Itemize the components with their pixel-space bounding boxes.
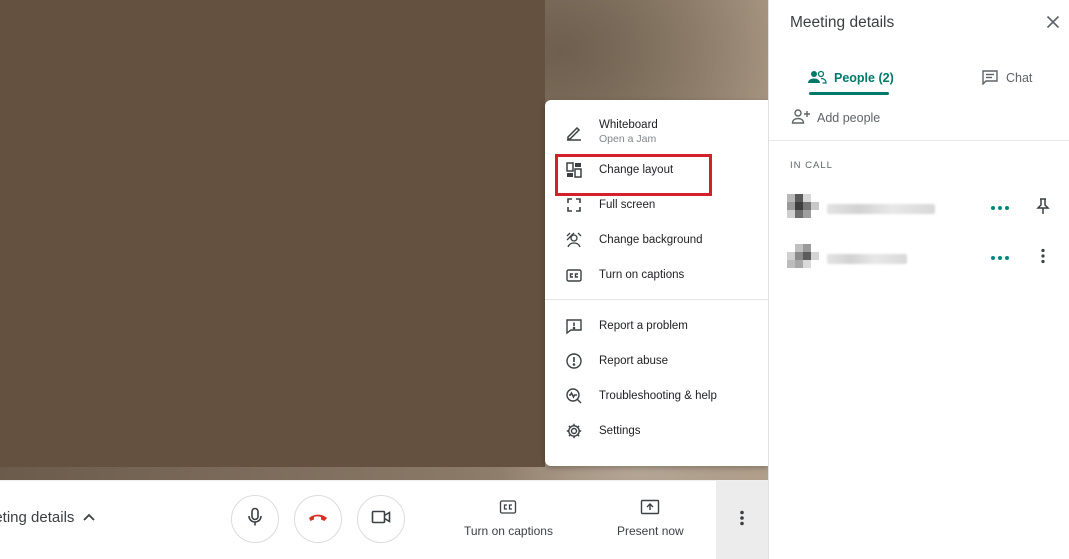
menu-item-label: Change background bbox=[599, 233, 703, 246]
menu-item-label: Settings bbox=[599, 424, 641, 437]
meeting-details-label: eeting details bbox=[0, 509, 75, 526]
menu-item-full-screen[interactable]: Full screen bbox=[545, 187, 768, 222]
tab-chat[interactable]: Chat bbox=[981, 62, 1032, 94]
menu-item-label: Change layout bbox=[599, 163, 674, 176]
captions-button-label: Turn on captions bbox=[464, 524, 553, 538]
add-person-icon bbox=[791, 108, 811, 127]
active-tab-indicator bbox=[809, 92, 889, 95]
chevron-up-icon bbox=[82, 509, 96, 526]
participant-row[interactable] bbox=[787, 238, 1067, 278]
captions-icon bbox=[499, 499, 517, 518]
bottom-toolbar: eeting details Turn on captions Present … bbox=[0, 480, 768, 559]
avatar bbox=[787, 194, 819, 224]
camera-button[interactable] bbox=[357, 495, 405, 543]
pen-icon bbox=[565, 123, 583, 141]
tab-people-label: People (2) bbox=[834, 71, 894, 85]
menu-item-sublabel: Open a Jam bbox=[599, 133, 657, 145]
menu-item-label: Whiteboard bbox=[599, 119, 658, 131]
turn-on-captions-button[interactable]: Turn on captions bbox=[464, 499, 553, 538]
people-icon bbox=[807, 70, 827, 87]
menu-item-label: Turn on captions bbox=[599, 268, 685, 281]
menu-item-turn-on-captions[interactable]: Turn on captions bbox=[545, 257, 768, 292]
captions-icon bbox=[565, 266, 583, 284]
microphone-icon bbox=[247, 507, 263, 532]
menu-item-troubleshooting[interactable]: Troubleshooting & help bbox=[545, 378, 768, 413]
present-now-button[interactable]: Present now bbox=[617, 499, 684, 538]
panel-divider bbox=[769, 140, 1069, 141]
menu-divider bbox=[545, 299, 768, 300]
menu-item-label: Report a problem bbox=[599, 319, 688, 332]
add-people-button[interactable]: Add people bbox=[791, 108, 880, 127]
more-horizontal-icon[interactable] bbox=[991, 251, 1013, 265]
menu-item-label: Troubleshooting & help bbox=[599, 389, 717, 402]
hang-up-button[interactable] bbox=[294, 495, 342, 543]
fullscreen-icon bbox=[565, 196, 583, 214]
pin-button[interactable] bbox=[1031, 196, 1055, 220]
meeting-details-panel: Meeting details People (2) Chat Add peop… bbox=[768, 0, 1069, 559]
present-button-label: Present now bbox=[617, 524, 684, 538]
menu-item-settings[interactable]: Settings bbox=[545, 413, 768, 448]
report-problem-icon bbox=[565, 317, 583, 335]
participant-name-redacted bbox=[827, 254, 907, 264]
meeting-details-toggle[interactable]: eeting details bbox=[0, 509, 96, 526]
more-vertical-icon bbox=[740, 510, 744, 531]
more-options-button[interactable] bbox=[716, 481, 768, 559]
in-call-heading: IN CALL bbox=[790, 160, 833, 171]
close-icon bbox=[1046, 15, 1060, 34]
more-options-menu: Whiteboard Open a Jam Change layout Full… bbox=[545, 100, 768, 466]
add-people-label: Add people bbox=[817, 110, 881, 125]
menu-item-label: Report abuse bbox=[599, 354, 669, 367]
report-abuse-icon bbox=[565, 352, 583, 370]
menu-item-report-problem[interactable]: Report a problem bbox=[545, 308, 768, 343]
more-horizontal-icon[interactable] bbox=[991, 201, 1013, 215]
more-vertical-icon bbox=[1041, 248, 1045, 269]
participant-video-tile[interactable] bbox=[0, 0, 545, 467]
pin-icon bbox=[1036, 197, 1050, 220]
panel-title: Meeting details bbox=[790, 14, 895, 31]
menu-item-whiteboard[interactable]: Whiteboard Open a Jam bbox=[545, 112, 768, 152]
layout-icon bbox=[565, 161, 583, 179]
menu-item-change-layout[interactable]: Change layout bbox=[545, 152, 768, 187]
microphone-button[interactable] bbox=[231, 495, 279, 543]
menu-item-change-background[interactable]: Change background bbox=[545, 222, 768, 257]
menu-item-label: Full screen bbox=[599, 198, 656, 211]
more-options-button[interactable] bbox=[1031, 246, 1055, 270]
tab-people[interactable]: People (2) bbox=[807, 62, 894, 94]
chat-icon bbox=[981, 69, 999, 88]
close-button[interactable] bbox=[1041, 12, 1065, 36]
menu-item-report-abuse[interactable]: Report abuse bbox=[545, 343, 768, 378]
participant-row[interactable] bbox=[787, 188, 1067, 228]
background-icon bbox=[565, 231, 583, 249]
tab-chat-label: Chat bbox=[1006, 71, 1033, 85]
phone-hangup-icon bbox=[307, 510, 329, 528]
troubleshoot-icon bbox=[565, 387, 583, 405]
participant-name-redacted bbox=[827, 204, 935, 214]
camera-icon bbox=[371, 510, 391, 529]
avatar bbox=[787, 244, 819, 274]
settings-icon bbox=[565, 422, 583, 440]
video-area: Whiteboard Open a Jam Change layout Full… bbox=[0, 0, 768, 480]
present-screen-icon bbox=[640, 499, 660, 518]
